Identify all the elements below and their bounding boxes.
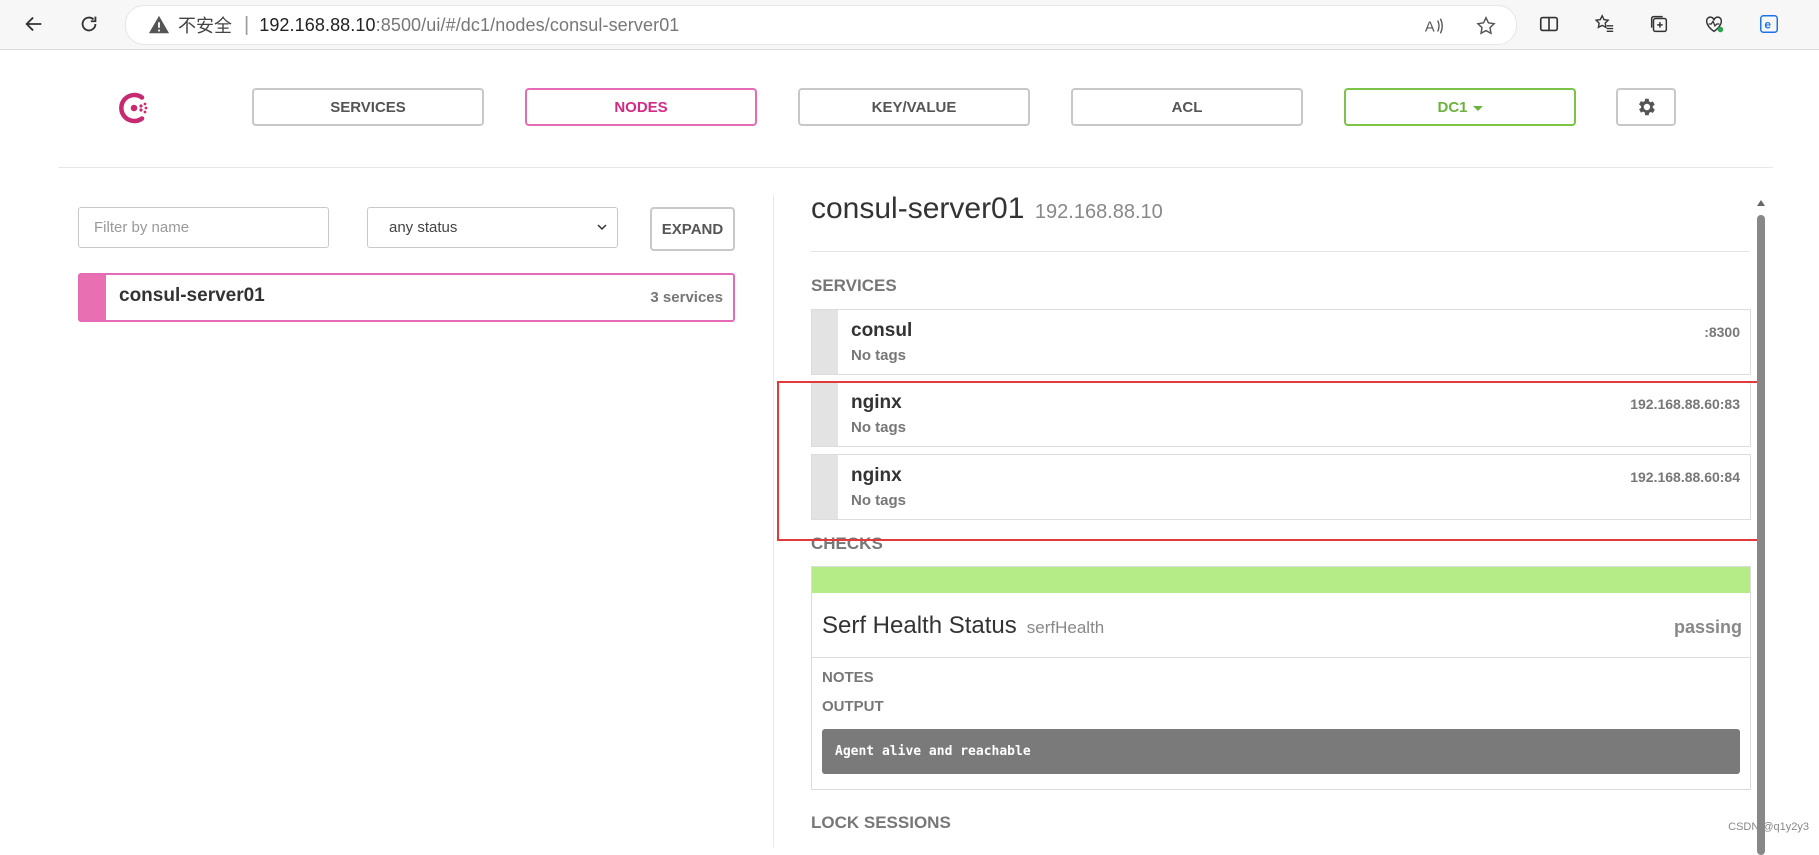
consul-header: SERVICES NODES KEY/VALUE ACL DC1 (0, 50, 1819, 168)
node-title: consul-server01 (811, 192, 1025, 225)
check-id: serfHealth (1026, 618, 1105, 637)
chevron-down-icon (597, 224, 607, 231)
url-text[interactable]: 192.168.88.10:8500/ui/#/dc1/nodes/consul… (259, 15, 679, 36)
svg-text:e: e (1764, 18, 1771, 32)
services-heading: SERVICES (811, 276, 897, 295)
node-detail-header: consul-server01 192.168.88.10 (811, 192, 1163, 226)
settings-button[interactable] (1616, 88, 1676, 126)
url-host: 192.168.88.10 (259, 14, 376, 35)
header-divider (58, 167, 1773, 168)
service-status-bar (812, 310, 838, 374)
split-screen-button[interactable] (1532, 7, 1566, 41)
scrollbar-thumb[interactable] (1757, 215, 1765, 855)
collections-icon (1650, 15, 1668, 33)
check-divider (812, 657, 1750, 658)
url-separator: | (244, 13, 250, 36)
node-list-item-name: consul-server01 (119, 285, 265, 306)
split-screen-icon (1539, 16, 1559, 32)
consul-logo-icon[interactable] (116, 88, 156, 128)
favorites-button[interactable] (1587, 7, 1621, 41)
health-heart-icon (1705, 16, 1724, 33)
node-address: 192.168.88.10 (1034, 201, 1163, 223)
caret-down-icon (1472, 105, 1483, 111)
service-row[interactable]: consul No tags :8300 (811, 309, 1751, 375)
service-row[interactable]: nginx No tags 192.168.88.60:84 (811, 454, 1751, 520)
service-address: 192.168.88.60:83 (1630, 396, 1740, 412)
service-status-bar (812, 455, 838, 519)
expand-button[interactable]: EXPAND (650, 207, 735, 251)
nav-services-button[interactable]: SERVICES (252, 88, 484, 126)
browser-essentials-button[interactable] (1697, 7, 1731, 41)
scroll-up-arrow-icon[interactable] (1757, 200, 1765, 206)
check-status: passing (1673, 617, 1742, 637)
service-status-bar (812, 382, 838, 446)
service-address: :8300 (1704, 324, 1740, 340)
lock-sessions-heading: LOCK SESSIONS (811, 813, 951, 832)
nav-acl-button[interactable]: ACL (1071, 88, 1303, 126)
browser-toolbar: 不安全 | 192.168.88.10:8500/ui/#/dc1/nodes/… (0, 0, 1819, 50)
node-list-item[interactable]: consul-server01 3 services (78, 273, 735, 322)
panel-divider (773, 195, 774, 847)
ie-mode-button[interactable]: e (1752, 7, 1786, 41)
collections-button[interactable] (1642, 7, 1676, 41)
notes-label: NOTES (822, 669, 874, 686)
service-row[interactable]: nginx No tags 192.168.88.60:83 (811, 381, 1751, 447)
output-label: OUTPUT (822, 698, 884, 715)
check-output: Agent alive and reachable (822, 729, 1740, 774)
service-name: nginx (851, 465, 902, 486)
check-title: Serf Health Status serfHealth (822, 612, 1104, 640)
back-button[interactable] (17, 7, 51, 41)
refresh-button[interactable] (72, 7, 106, 41)
address-bar[interactable]: 不安全 | 192.168.88.10:8500/ui/#/dc1/nodes/… (125, 5, 1517, 45)
service-address: 192.168.88.60:84 (1630, 469, 1740, 485)
service-tags: No tags (851, 492, 907, 509)
gear-icon (1639, 98, 1655, 116)
refresh-icon (81, 16, 97, 32)
security-label[interactable]: 不安全 (178, 12, 232, 38)
read-aloud-icon[interactable]: A (1422, 14, 1446, 38)
favorites-list-icon (1594, 14, 1614, 33)
title-divider (811, 251, 1749, 252)
warning-icon (148, 14, 170, 36)
nav-key-value-button[interactable]: KEY/VALUE (798, 88, 1030, 126)
status-filter-select[interactable]: any status (367, 207, 618, 248)
filter-by-name-input[interactable] (78, 207, 329, 248)
checks-heading: CHECKS (811, 534, 883, 553)
node-list-item-services-count: 3 services (650, 289, 723, 306)
datacenter-dropdown[interactable]: DC1 (1344, 88, 1576, 126)
nav-nodes-button[interactable]: NODES (525, 88, 757, 126)
scrollbar[interactable] (1754, 195, 1768, 855)
service-tags: No tags (851, 347, 907, 364)
service-name: consul (851, 320, 913, 341)
status-filter-value: any status (389, 219, 458, 236)
ie-logo-icon: e (1760, 15, 1778, 33)
svg-text:A: A (1425, 20, 1435, 36)
favorite-star-icon[interactable] (1474, 14, 1498, 38)
service-tags: No tags (851, 419, 907, 436)
check-name: Serf Health Status (822, 612, 1017, 639)
url-path: :8500/ui/#/dc1/nodes/consul-server01 (375, 14, 680, 35)
check-status-bar (812, 567, 1750, 593)
health-check-panel: Serf Health Status serfHealth passing NOT… (811, 566, 1751, 790)
watermark: CSDN @q1y2y3 (1728, 821, 1809, 833)
node-status-swatch (80, 275, 106, 320)
service-name: nginx (851, 392, 902, 413)
back-arrow-icon (25, 16, 42, 32)
datacenter-label: DC1 (1437, 98, 1468, 116)
